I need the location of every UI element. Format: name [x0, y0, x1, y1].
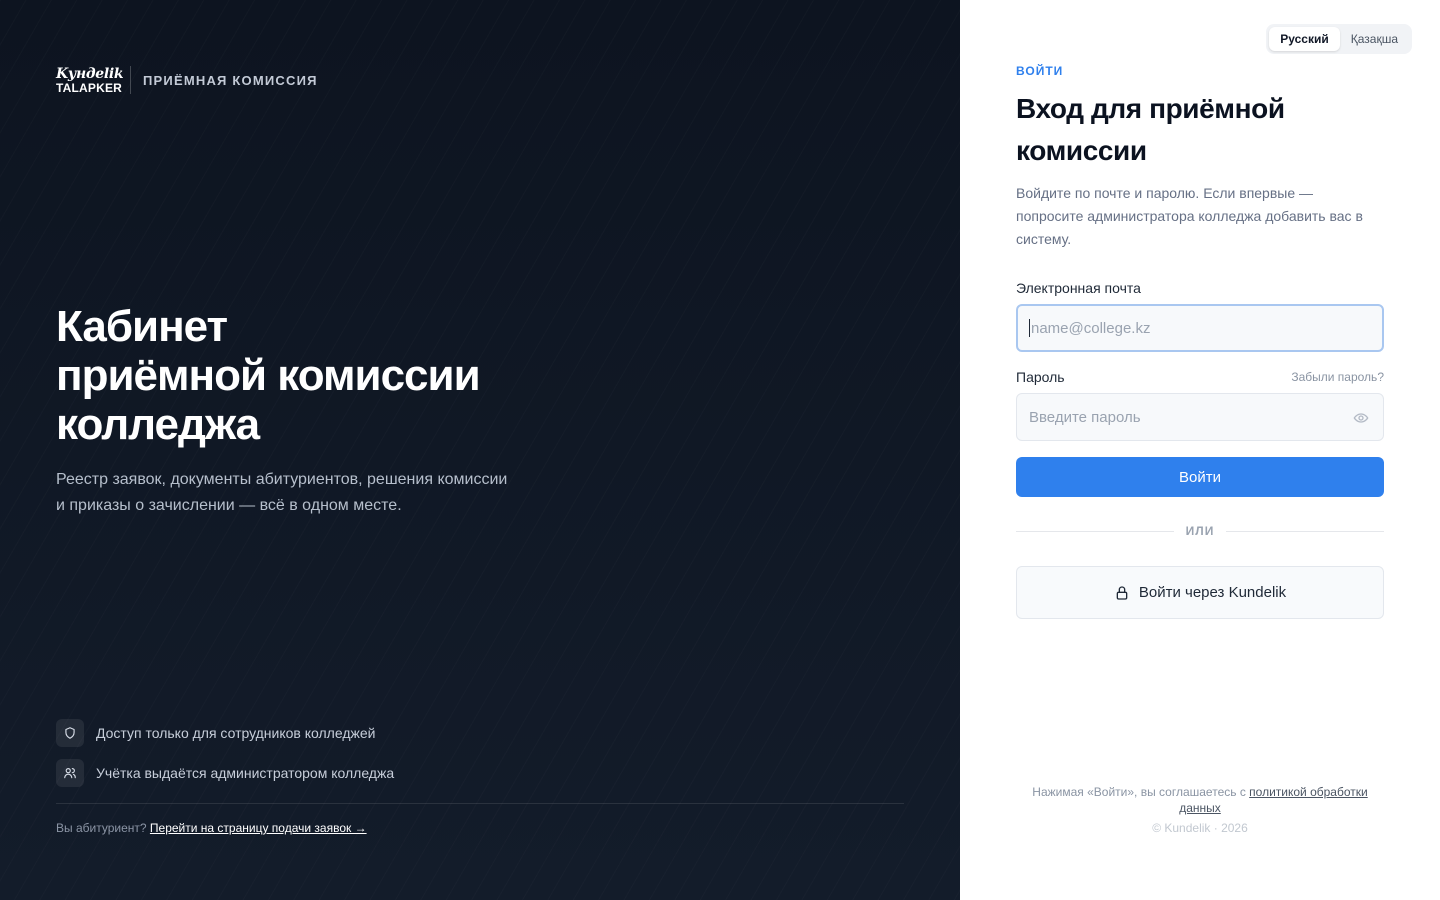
footer: Нажимая «Войти», вы соглашаетесь с полит…	[1016, 784, 1384, 836]
users-icon	[56, 759, 84, 787]
logo-line1: Kундelik	[56, 65, 124, 82]
email-label-text: Электронная почта	[1016, 280, 1141, 296]
feature-item: Учётка выдаётся администратором колледжа	[56, 759, 394, 787]
form-title-line1: Вход для приёмной	[1016, 93, 1285, 124]
logo-line2: TALAPKER	[56, 80, 123, 95]
login-button[interactable]: Войти	[1016, 457, 1384, 497]
password-label-text: Пароль	[1016, 369, 1065, 385]
hero-title: Кабинет приёмной комиссии колледжа	[56, 302, 576, 449]
hero-title-line1: Кабинет	[56, 302, 228, 351]
divider	[56, 803, 904, 804]
right-panel: Русский Қазақша ВОЙТИ Вход для приёмной …	[960, 0, 1440, 900]
form-description: Войдите по почте и паролю. Если впервые …	[1016, 185, 1363, 247]
feature-text: Учётка выдаётся администратором колледжа	[96, 765, 395, 781]
password-input[interactable]: Введите пароль	[1016, 393, 1384, 441]
feature-text: Доступ только для сотрудников колледжей	[96, 725, 376, 741]
divider-line	[1226, 530, 1385, 532]
copyright: © Kundelik · 2026	[1152, 821, 1248, 835]
or-divider: ИЛИ	[1016, 524, 1385, 538]
eye-icon[interactable]	[1353, 410, 1369, 426]
form-title: Вход для приёмной комиссии	[1016, 88, 1384, 172]
lock-icon	[1116, 585, 1128, 600]
hero-title-line2: приёмной комиссии	[56, 351, 481, 400]
consent-prefix: Нажимая «Войти», вы соглашаетесь с	[1032, 785, 1250, 799]
text-caret	[1029, 319, 1030, 337]
password-label: Пароль Забыли пароль?	[1016, 369, 1384, 385]
email-placeholder: name@college.kz	[1031, 319, 1151, 337]
language-switcher: Русский Қазақша	[1266, 24, 1412, 54]
brand-label: ПРИЁМНАЯ КОМИССИЯ	[143, 72, 318, 88]
email-label: Электронная почта	[1016, 280, 1384, 296]
applicant-prompt: Вы абитуриент?	[56, 821, 147, 835]
applicant-note: Вы абитуриент? Перейти на страницу подач…	[56, 821, 367, 835]
hero-title-line3: колледжа	[56, 400, 260, 449]
hero-subtitle-line2: и приказы о зачислении — всё в одном мес…	[56, 497, 402, 514]
brand-divider	[130, 66, 131, 94]
email-input[interactable]: name@college.kz	[1016, 304, 1384, 352]
applicant-link[interactable]: Перейти на страницу подачи заявок →	[150, 821, 367, 835]
form-title-line2: комиссии	[1016, 135, 1147, 166]
divider-line	[1016, 530, 1174, 532]
lang-russian-button[interactable]: Русский	[1269, 27, 1340, 51]
hero-subtitle-line1: Реестр заявок, документы абитуриентов, р…	[56, 471, 508, 488]
hero-subtitle: Реестр заявок, документы абитуриентов, р…	[56, 467, 576, 519]
feature-item: Доступ только для сотрудников колледжей	[56, 719, 394, 747]
hero: Кабинет приёмной комиссии колледжа Реест…	[56, 302, 576, 519]
kundelik-login-button[interactable]: Войти через Kundelik	[1016, 566, 1384, 619]
brand: Kундelik TALAPKER ПРИЁМНАЯ КОМИССИЯ	[56, 64, 318, 96]
kundelik-login-label: Войти через Kundelik	[1138, 584, 1287, 601]
feature-list: Доступ только для сотрудников колледжей …	[56, 719, 394, 799]
lang-kazakh-button[interactable]: Қазақша	[1340, 27, 1409, 51]
consent-text: Нажимая «Войти», вы соглашаетесь с полит…	[1016, 784, 1384, 816]
login-form: ВОЙТИ Вход для приёмной комиссии Войдите…	[1016, 64, 1385, 619]
password-placeholder: Введите пароль	[1029, 408, 1141, 426]
forgot-password-link[interactable]: Забыли пароль?	[1291, 370, 1384, 384]
kundelik-talapker-logo: Kундelik TALAPKER	[56, 64, 124, 96]
or-label: ИЛИ	[1185, 524, 1215, 538]
form-eyebrow: ВОЙТИ	[1016, 64, 1064, 78]
shield-icon	[56, 719, 84, 747]
left-panel: Kундelik TALAPKER ПРИЁМНАЯ КОМИССИЯ Каби…	[0, 0, 960, 900]
